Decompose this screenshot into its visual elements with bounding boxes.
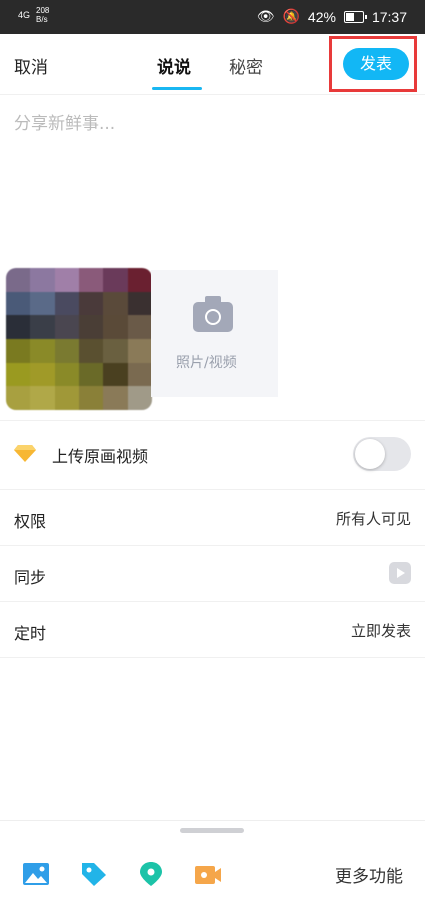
video-sync-icon[interactable] (389, 562, 411, 584)
thumbnail-pixel (103, 338, 128, 363)
thumbnail-pixel (54, 386, 79, 410)
upload-original-toggle[interactable] (353, 437, 411, 471)
thumbnail-pixel (127, 362, 152, 387)
thumbnail-pixel (127, 338, 152, 363)
thumbnail-pixel (127, 386, 152, 410)
bottom-toolbar: 更多功能 (0, 820, 425, 901)
active-tab-indicator (152, 87, 202, 90)
post-editor[interactable]: 分享新鲜事... (0, 95, 425, 265)
thumbnail-pixel (103, 386, 128, 410)
thumbnail-pixel (127, 268, 152, 292)
bell-muted-icon: 🔕 (282, 8, 300, 24)
status-right: 👁 🔕 42% 17:37 (257, 8, 407, 25)
clock: 17:37 (371, 8, 407, 25)
thumbnail-pixel (6, 362, 31, 387)
add-photo-video-label: 照片/视频 (176, 355, 237, 371)
top-nav: 取消 说说 秘密 发表 (0, 34, 425, 95)
thumbnail-pixel (30, 268, 55, 292)
status-bar: 4G 208 B/s 👁 🔕 42% 17:37 (0, 0, 425, 34)
location-icon[interactable] (137, 861, 165, 887)
thumbnail-pixel (6, 386, 31, 410)
upload-original-row: 上传原画视频 (0, 420, 425, 489)
thumbnail-pixel (30, 338, 55, 363)
thumbnail-pixel (54, 362, 79, 387)
drag-handle[interactable] (180, 828, 244, 833)
thumbnail-pixel (103, 291, 128, 316)
schedule-label: 定时 (14, 624, 47, 643)
thumbnail-pixel (79, 386, 104, 410)
image-icon[interactable] (22, 861, 50, 887)
post-text-input[interactable]: 分享新鲜事... (14, 109, 115, 134)
thumbnail-pixel (103, 268, 128, 292)
tab-shuoshuo[interactable]: 说说 (157, 53, 191, 78)
publish-button[interactable]: 发表 (343, 48, 409, 80)
upload-original-label: 上传原画视频 (52, 447, 149, 466)
signal-indicator: 4G (18, 9, 31, 20)
sync-row[interactable]: 同步 (0, 545, 425, 601)
more-features-button[interactable]: 更多功能 (335, 862, 403, 887)
diamond-icon (14, 445, 36, 462)
thumbnail-pixel (54, 268, 79, 292)
permission-label: 权限 (14, 512, 47, 531)
video-camera-icon[interactable] (194, 861, 222, 887)
thumbnail-pixel (79, 268, 104, 292)
thumbnail-pixel (79, 362, 104, 387)
camera-icon (193, 296, 233, 332)
status-left: 4G 208 B/s (18, 6, 49, 24)
thumbnail-pixel (30, 315, 55, 339)
thumbnail-pixel (54, 291, 79, 316)
thumbnail-pixel (103, 362, 128, 387)
selected-photo-thumbnail[interactable] (6, 268, 152, 410)
thumbnail-pixel (6, 338, 31, 363)
thumbnail-pixel (30, 291, 55, 316)
thumbnail-pixel (54, 338, 79, 363)
thumbnail-pixel (127, 315, 152, 339)
permission-row[interactable]: 权限 所有人可见 (0, 489, 425, 545)
eye-icon: 👁 (256, 8, 275, 24)
thumbnail-pixel (6, 268, 31, 292)
thumbnail-pixel (6, 291, 31, 316)
cancel-button[interactable]: 取消 (14, 53, 48, 78)
thumbnail-pixel (103, 315, 128, 339)
battery-icon (343, 10, 367, 23)
thumbnail-pixel (6, 315, 31, 339)
network-speed-value: 208 (36, 6, 50, 15)
battery-percent: 42% (307, 8, 336, 25)
tab-mimi[interactable]: 秘密 (229, 53, 263, 78)
tag-icon[interactable] (80, 861, 108, 887)
network-speed: 208 B/s (36, 6, 49, 24)
thumbnail-pixel (127, 291, 152, 316)
add-photo-video-button[interactable]: 照片/视频 (151, 270, 278, 397)
sync-label: 同步 (14, 568, 47, 587)
thumbnail-pixel (79, 315, 104, 339)
schedule-row[interactable]: 定时 立即发表 (0, 601, 425, 658)
thumbnail-pixel (54, 315, 79, 339)
thumbnail-pixel (79, 291, 104, 316)
network-speed-unit: B/s (36, 15, 48, 24)
media-row: 照片/视频 (0, 265, 425, 420)
thumbnail-pixel (30, 386, 55, 410)
thumbnail-pixel (30, 362, 55, 387)
schedule-value: 立即发表 (350, 622, 411, 640)
permission-value: 所有人可见 (335, 510, 411, 528)
thumbnail-pixel (79, 338, 104, 363)
